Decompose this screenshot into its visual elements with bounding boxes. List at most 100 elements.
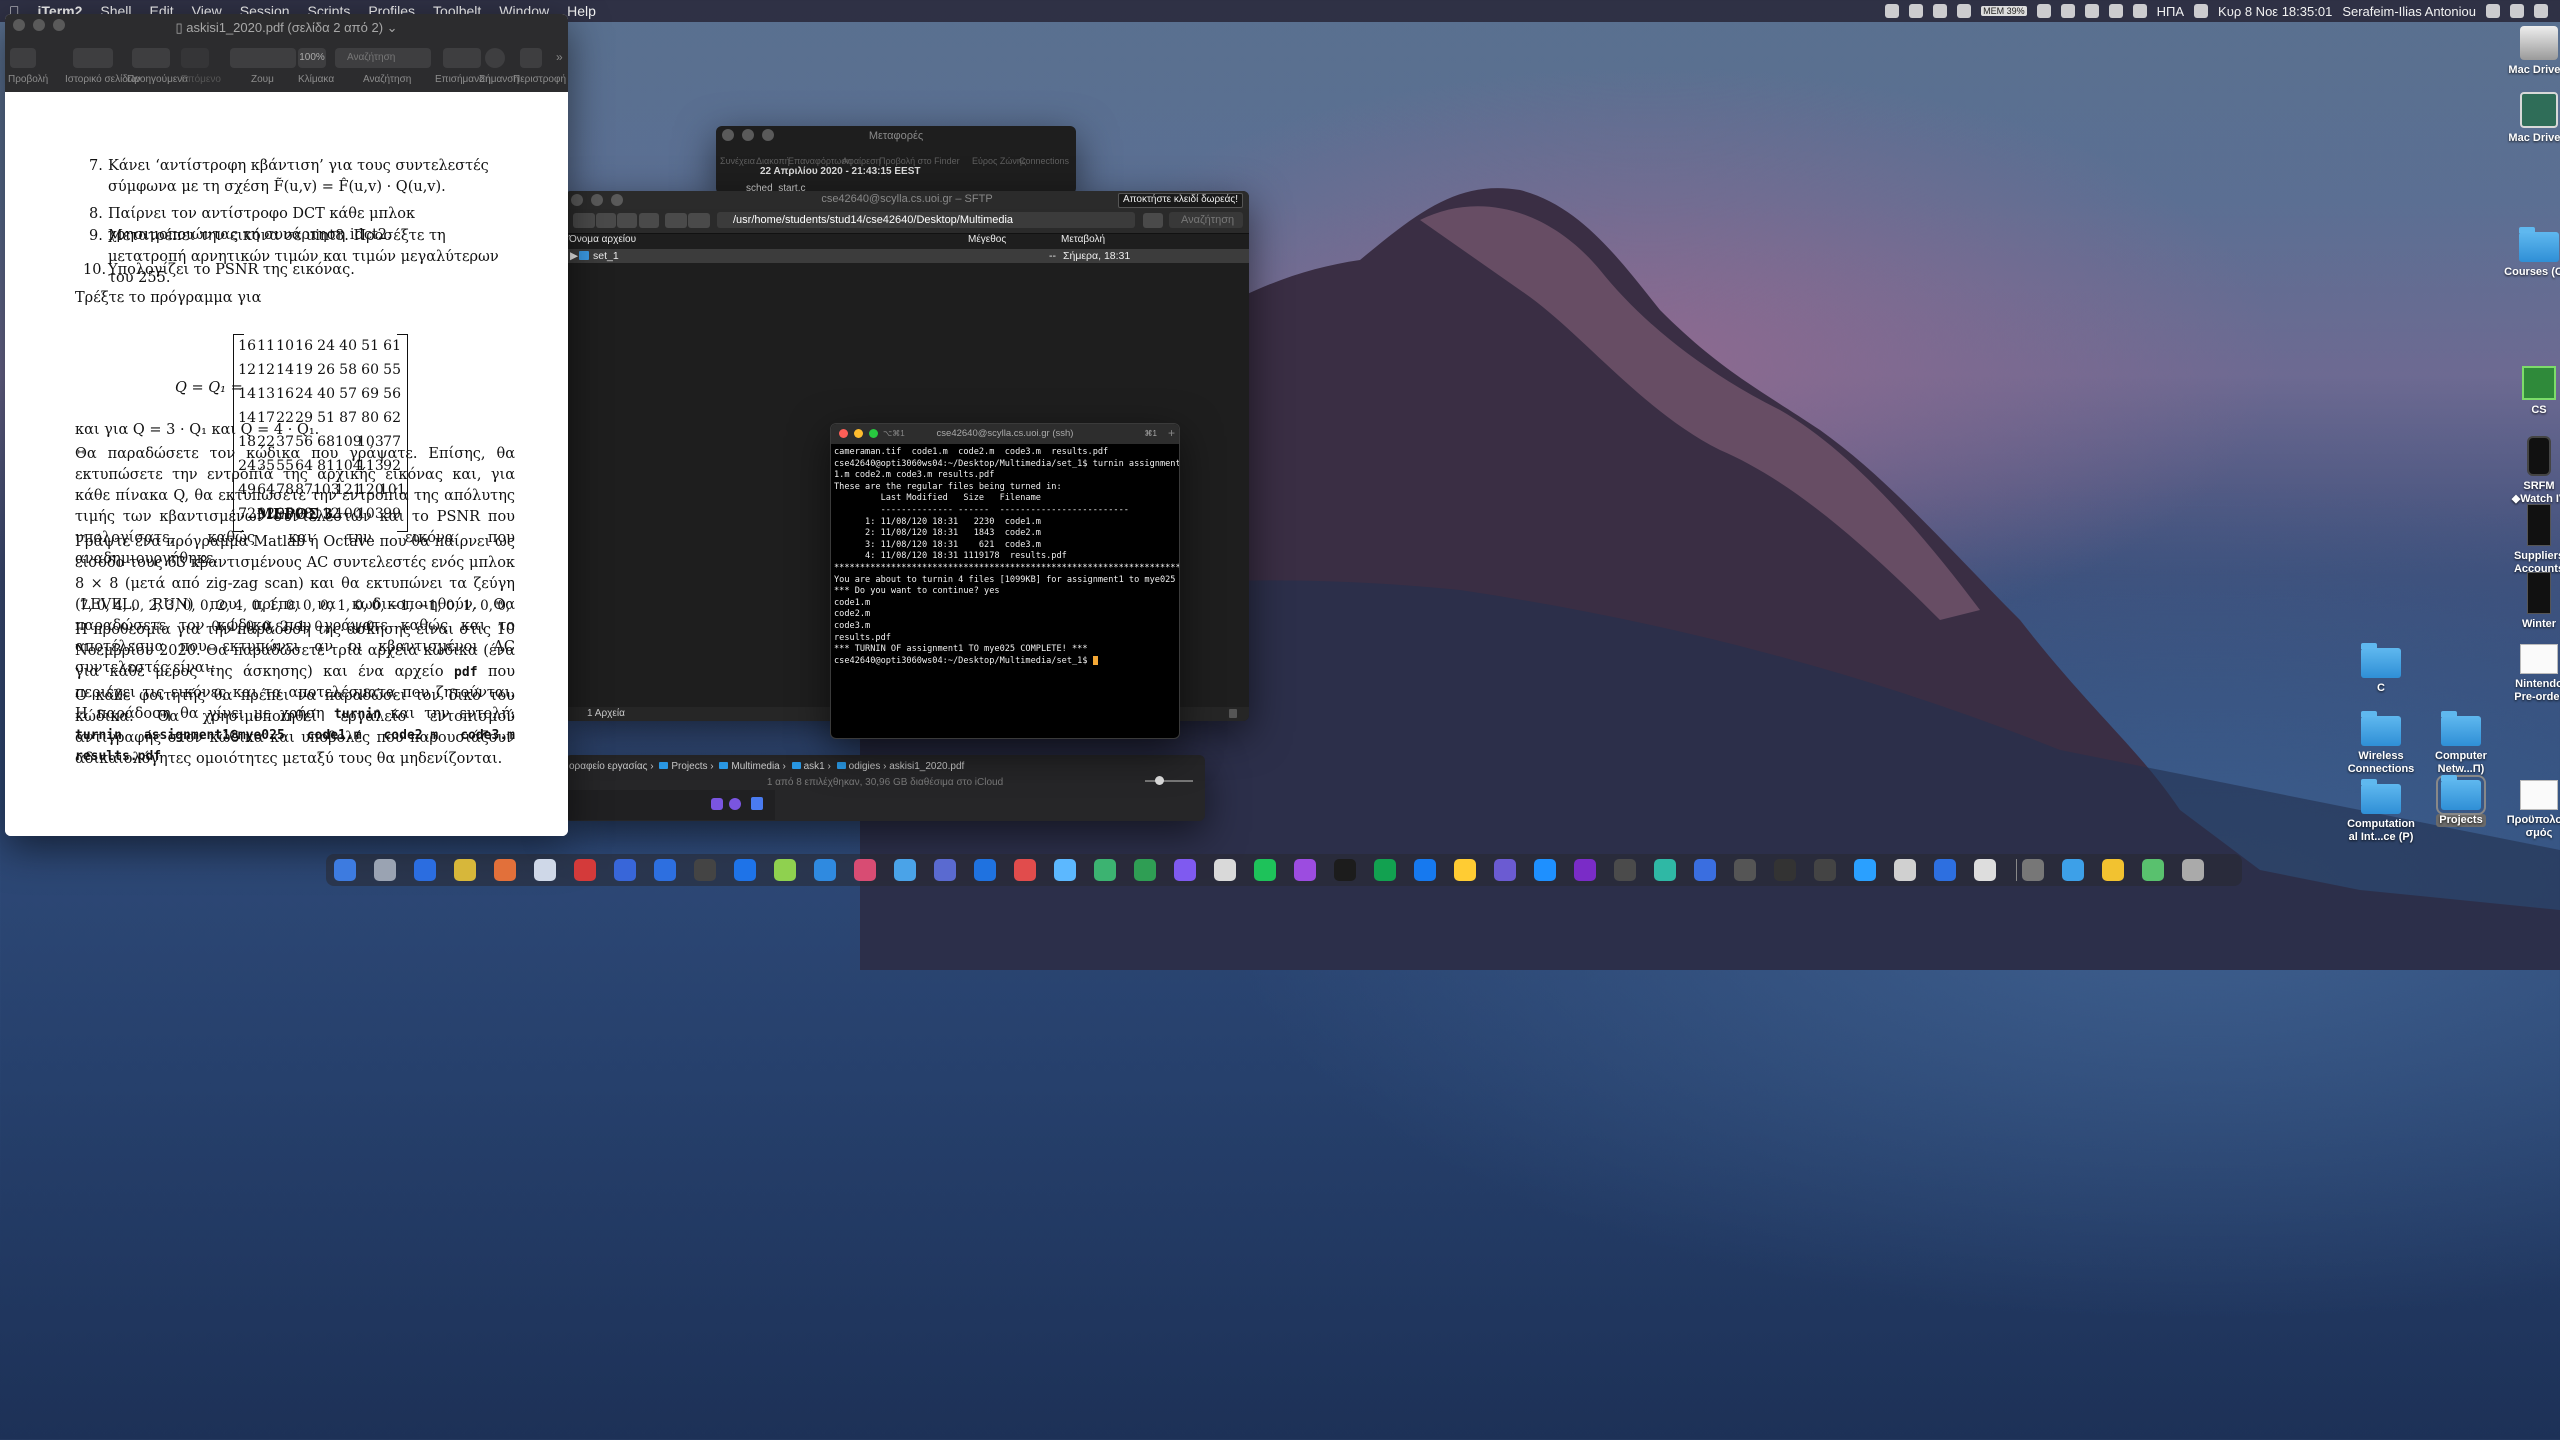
highlight-button[interactable] (443, 48, 481, 68)
emoji-icon[interactable] (729, 798, 741, 810)
connections-label[interactable]: Connections (1019, 156, 1069, 166)
desktop-icon-suppliers[interactable]: Suppliers Accounts (2504, 504, 2560, 576)
clock[interactable]: Κυρ 8 Νοε 18:35:01 (2218, 4, 2332, 19)
spotlight-icon[interactable] (2486, 4, 2500, 18)
dock-app-icon[interactable] (774, 859, 796, 881)
path-item[interactable]: οραφείο εργασίας (569, 761, 647, 772)
path-item[interactable]: askisi1_2020.pdf (889, 761, 964, 772)
desktop-icon-c[interactable]: C (2346, 643, 2416, 695)
lock-icon[interactable] (1229, 709, 1237, 718)
search-input[interactable]: Αναζήτηση (1169, 212, 1243, 228)
sidebar-view-button[interactable] (10, 48, 36, 68)
bluetooth-icon[interactable] (2060, 4, 2075, 18)
page-history-button[interactable] (73, 48, 113, 68)
dock-app-icon[interactable] (1534, 859, 1556, 881)
dock-app-icon[interactable] (614, 859, 636, 881)
eject-icon[interactable] (2132, 4, 2147, 18)
column-modified[interactable]: Μεταβολή (1061, 234, 1105, 245)
dock-app-icon[interactable] (1414, 859, 1436, 881)
input-source[interactable]: ΗΠΑ (2157, 4, 2184, 19)
icon-size-slider[interactable] (1145, 780, 1193, 782)
zoom-buttons[interactable] (230, 48, 296, 68)
terminal-output[interactable]: cameraman.tif code1.m code2.m code3.m re… (834, 447, 1179, 668)
minimize-button[interactable] (591, 194, 603, 206)
file-row[interactable]: ▶ set_1 -- Σήμερα, 18:31 (565, 249, 1249, 263)
dock-app-icon[interactable] (1334, 859, 1356, 881)
terminal-prompt-line[interactable]: cse42640@opti3060ws04:~/Desktop/Multimed… (834, 655, 1176, 668)
dock-app-icon[interactable] (934, 859, 956, 881)
dock-app-icon[interactable] (1614, 859, 1636, 881)
scale-field[interactable]: 100% (298, 48, 326, 68)
dock-app-icon[interactable] (1654, 859, 1676, 881)
like-icon[interactable] (751, 797, 763, 810)
dock-app-icon[interactable] (494, 859, 516, 881)
overflow-chevron-icon[interactable]: » (556, 50, 563, 64)
bookmark-icon[interactable] (639, 213, 659, 228)
slider-knob[interactable] (1155, 776, 1164, 785)
save-icon[interactable] (596, 213, 616, 228)
dock-app-icon[interactable] (1854, 859, 1876, 881)
previous-page-button[interactable] (132, 48, 170, 68)
dock-app-icon[interactable] (734, 859, 756, 881)
dock-app-icon[interactable] (2182, 859, 2204, 881)
dock-app-icon[interactable] (1214, 859, 1236, 881)
desktop-icon-mac-drive-2[interactable]: Mac Drive 2 (2504, 92, 2560, 145)
column-size[interactable]: Μέγεθος (968, 234, 1006, 245)
dock-app-icon[interactable] (694, 859, 716, 881)
dock-app-icon[interactable] (2142, 859, 2164, 881)
dock-app-icon[interactable] (1894, 859, 1916, 881)
info-icon[interactable] (617, 213, 637, 228)
dock-app-icon[interactable] (1014, 859, 1036, 881)
dock-app-icon[interactable] (894, 859, 916, 881)
dock-app-icon[interactable] (814, 859, 836, 881)
dock-app-icon[interactable] (654, 859, 676, 881)
back-button[interactable] (665, 213, 687, 228)
path-item[interactable]: Projects (671, 761, 707, 772)
dock-app-icon[interactable] (1294, 859, 1316, 881)
istat-icon[interactable] (1957, 4, 1972, 18)
siri-icon[interactable] (2510, 4, 2524, 18)
dock-app-icon[interactable] (1574, 859, 1596, 881)
dock-app-icon[interactable] (414, 859, 436, 881)
volume-icon[interactable] (2194, 4, 2209, 18)
dock-app-icon[interactable] (574, 859, 596, 881)
cpu-icon[interactable] (2036, 4, 2051, 18)
next-page-button[interactable] (181, 48, 209, 68)
dock-app-icon[interactable] (2022, 859, 2044, 881)
resume-button[interactable]: Συνέχεια (720, 156, 755, 166)
get-license-button[interactable]: Αποκτήστε κλειδί δωρεάς! (1117, 193, 1243, 208)
dock-app-icon[interactable] (1934, 859, 1956, 881)
dock-app-icon[interactable] (534, 859, 556, 881)
dock-app-icon[interactable] (1974, 859, 1996, 881)
remove-button[interactable]: Αφαίρεση (842, 156, 881, 166)
path-item[interactable]: ask1 (804, 761, 825, 772)
user-name[interactable]: Serafeim-Ilias Antoniou (2342, 4, 2476, 19)
path-field[interactable]: /usr/home/students/stud14/cse42640/Deskt… (717, 212, 1135, 228)
dock-app-icon[interactable] (454, 859, 476, 881)
dock-app-icon[interactable] (1054, 859, 1076, 881)
upload-button[interactable] (1143, 213, 1163, 228)
dock-app-icon[interactable] (1694, 859, 1716, 881)
dock-app-icon[interactable] (1814, 859, 1836, 881)
dropbox-icon[interactable] (1909, 4, 1924, 18)
dock-app-icon[interactable] (2062, 859, 2084, 881)
path-item[interactable]: Multimedia (731, 761, 779, 772)
dock-app-icon[interactable] (334, 859, 356, 881)
desktop-icon-srfm-watch[interactable]: SRFM ◆Watch IV (2504, 436, 2560, 506)
dock-app-icon[interactable] (1174, 859, 1196, 881)
sticker-icon[interactable] (711, 798, 723, 810)
dock-app-icon[interactable] (1774, 859, 1796, 881)
creative-cloud-icon[interactable] (1885, 4, 1900, 18)
desktop-icon-cs[interactable]: CS (2504, 366, 2560, 417)
show-in-finder-button[interactable]: Προβολή στο Finder (879, 156, 960, 166)
time-machine-icon[interactable] (2108, 4, 2123, 18)
pdf-page[interactable]: 7. Κάνει ‘αντίστροφη κβάντιση’ για τους … (5, 92, 568, 836)
forward-button[interactable] (688, 213, 710, 228)
desktop-icon-mac-drive-1[interactable]: Mac Drive 1 (2504, 26, 2560, 77)
disclosure-triangle-icon[interactable]: ▶ (570, 250, 578, 262)
desktop-icon-winter[interactable]: Winter (2504, 572, 2560, 631)
dock-app-icon[interactable] (1454, 859, 1476, 881)
dock-app-icon[interactable] (1734, 859, 1756, 881)
desktop-icon-computational[interactable]: Computation al Int...ce (P) (2346, 779, 2416, 844)
control-center-icon[interactable] (2534, 4, 2548, 18)
